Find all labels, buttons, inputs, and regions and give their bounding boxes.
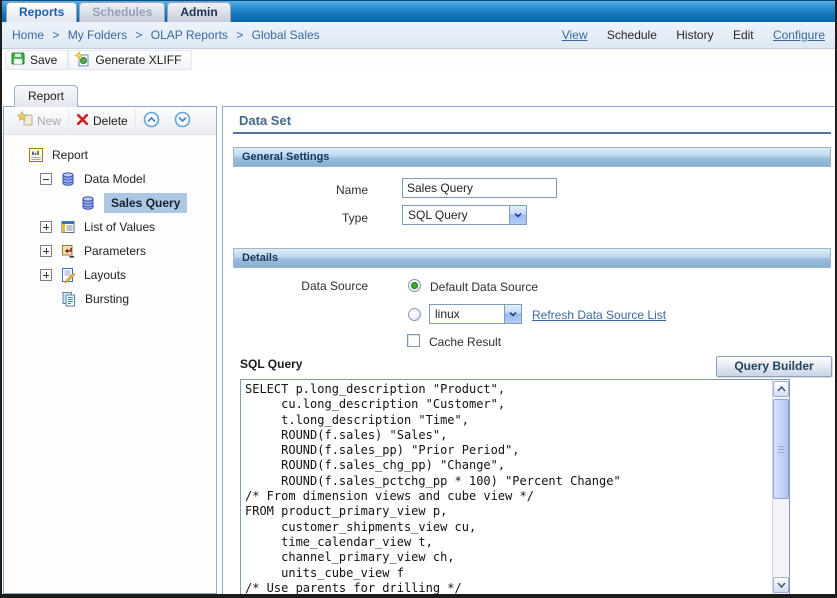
chevron-down-icon[interactable] xyxy=(509,206,526,224)
delete-label: Delete xyxy=(93,114,128,128)
default-data-source-option-label[interactable]: Default Data Source xyxy=(430,280,538,294)
type-select-value: SQL Query xyxy=(403,206,509,224)
expand-expander-icon[interactable] xyxy=(40,221,52,233)
action-schedule[interactable]: Schedule xyxy=(607,28,657,42)
action-history[interactable]: History xyxy=(676,28,713,42)
cache-result-checkbox[interactable] xyxy=(407,334,420,347)
breadcrumb-separator: > xyxy=(135,28,142,42)
bursting-icon xyxy=(61,291,77,307)
tab-schedules[interactable]: Schedules xyxy=(79,2,165,22)
tab-reports[interactable]: Reports xyxy=(6,2,77,22)
name-input[interactable] xyxy=(402,178,557,198)
window-border-left xyxy=(0,0,2,598)
sql-query-label: SQL Query xyxy=(240,357,302,371)
tab-admin[interactable]: Admin xyxy=(167,2,230,22)
report-panel-tab[interactable]: Report xyxy=(14,85,78,107)
default-data-source-radio[interactable] xyxy=(408,279,421,292)
general-settings-header: General Settings xyxy=(233,147,831,167)
page-title: Data Set xyxy=(239,113,291,128)
breadcrumb-separator: > xyxy=(52,28,59,42)
list-of-values-icon xyxy=(60,219,76,235)
tree-item-layouts[interactable]: Layouts xyxy=(4,263,216,287)
tree-item-label: Parameters xyxy=(84,244,146,258)
action-view[interactable]: View xyxy=(562,28,588,42)
sql-query-text[interactable]: SELECT p.long_description "Product", cu.… xyxy=(245,382,770,595)
title-rule xyxy=(233,132,831,134)
move-down-button[interactable] xyxy=(167,109,198,133)
layouts-icon xyxy=(60,267,76,283)
scroll-up-icon[interactable] xyxy=(773,381,789,397)
new-label: New xyxy=(37,114,61,128)
type-label: Type xyxy=(258,211,368,225)
scroll-down-icon[interactable] xyxy=(773,577,789,593)
new-button[interactable]: New xyxy=(10,109,69,133)
database-icon xyxy=(60,171,76,187)
database-icon xyxy=(80,195,96,211)
tree-item-label: Report xyxy=(52,148,88,162)
tree-item-bursting[interactable]: Bursting xyxy=(4,287,216,311)
toolbar: Save Generate XLIFF xyxy=(0,49,837,71)
chevron-down-icon[interactable] xyxy=(504,305,521,323)
tree-item-report[interactable]: Report xyxy=(4,143,216,167)
scrollbar-thumb[interactable] xyxy=(773,399,789,499)
tree-toolbar: New Delete xyxy=(4,107,216,135)
delete-button[interactable]: Delete xyxy=(69,109,136,133)
cache-result-label[interactable]: Cache Result xyxy=(429,335,501,349)
header-actions: View Schedule History Edit Configure xyxy=(546,28,825,42)
data-source-select[interactable]: linux xyxy=(429,304,522,324)
tree-item-parameters[interactable]: Parameters xyxy=(4,239,216,263)
data-source-select-value: linux xyxy=(430,305,504,323)
save-icon xyxy=(11,52,25,69)
collapse-expander-icon[interactable] xyxy=(40,173,52,185)
window-border-bottom xyxy=(0,594,837,598)
tree-item-label-selected: Sales Query xyxy=(104,193,187,213)
query-builder-button[interactable]: Query Builder xyxy=(716,356,832,377)
report-tree: Report Data Model Sales Query xyxy=(4,135,216,311)
breadcrumb-my-folders[interactable]: My Folders xyxy=(68,28,127,42)
new-icon xyxy=(17,111,33,130)
tree-item-list-of-values[interactable]: List of Values xyxy=(4,215,216,239)
breadcrumb-bar: Home > My Folders > OLAP Reports > Globa… xyxy=(0,22,837,49)
type-select[interactable]: SQL Query xyxy=(402,205,527,225)
refresh-data-source-link[interactable]: Refresh Data Source List xyxy=(532,308,666,322)
tree-item-data-model[interactable]: Data Model xyxy=(4,167,216,191)
generate-xliff-label: Generate XLIFF xyxy=(95,53,181,67)
move-up-button[interactable] xyxy=(136,109,167,133)
data-source-label: Data Source xyxy=(258,279,368,293)
tree-item-sales-query[interactable]: Sales Query xyxy=(4,191,216,215)
vertical-scrollbar[interactable] xyxy=(772,380,789,594)
generate-xliff-button[interactable]: Generate XLIFF xyxy=(68,50,192,70)
top-tab-bar: Reports Schedules Admin xyxy=(0,0,837,22)
report-tree-panel: New Delete xyxy=(3,106,217,594)
generate-xliff-icon xyxy=(74,51,90,70)
breadcrumb-olap-reports[interactable]: OLAP Reports xyxy=(151,28,228,42)
report-icon xyxy=(28,147,44,163)
arrow-down-circle-icon xyxy=(174,111,191,131)
app-window: Reports Schedules Admin Home > My Folder… xyxy=(0,0,837,598)
tree-item-label: Layouts xyxy=(84,268,126,282)
tree-item-label: Bursting xyxy=(85,292,129,306)
save-button[interactable]: Save xyxy=(5,50,68,70)
data-set-panel: Data Set General Settings Name Type SQL … xyxy=(222,106,835,594)
action-edit[interactable]: Edit xyxy=(733,28,754,42)
expand-expander-icon[interactable] xyxy=(40,245,52,257)
details-header: Details xyxy=(233,248,831,268)
breadcrumb: Home > My Folders > OLAP Reports > Globa… xyxy=(12,28,325,42)
arrow-up-circle-icon xyxy=(143,111,160,131)
sql-query-editor[interactable]: SELECT p.long_description "Product", cu.… xyxy=(240,379,790,595)
tree-item-label: Data Model xyxy=(84,172,145,186)
tree-item-label: List of Values xyxy=(84,220,155,234)
breadcrumb-home[interactable]: Home xyxy=(12,28,44,42)
action-configure[interactable]: Configure xyxy=(773,28,825,42)
breadcrumb-separator: > xyxy=(236,28,243,42)
save-label: Save xyxy=(30,53,57,67)
delete-icon xyxy=(76,113,89,129)
name-label: Name xyxy=(258,183,368,197)
parameters-icon xyxy=(60,243,76,259)
named-data-source-radio[interactable] xyxy=(408,308,421,321)
expand-expander-icon[interactable] xyxy=(40,269,52,281)
breadcrumb-current: Global Sales xyxy=(252,28,320,42)
